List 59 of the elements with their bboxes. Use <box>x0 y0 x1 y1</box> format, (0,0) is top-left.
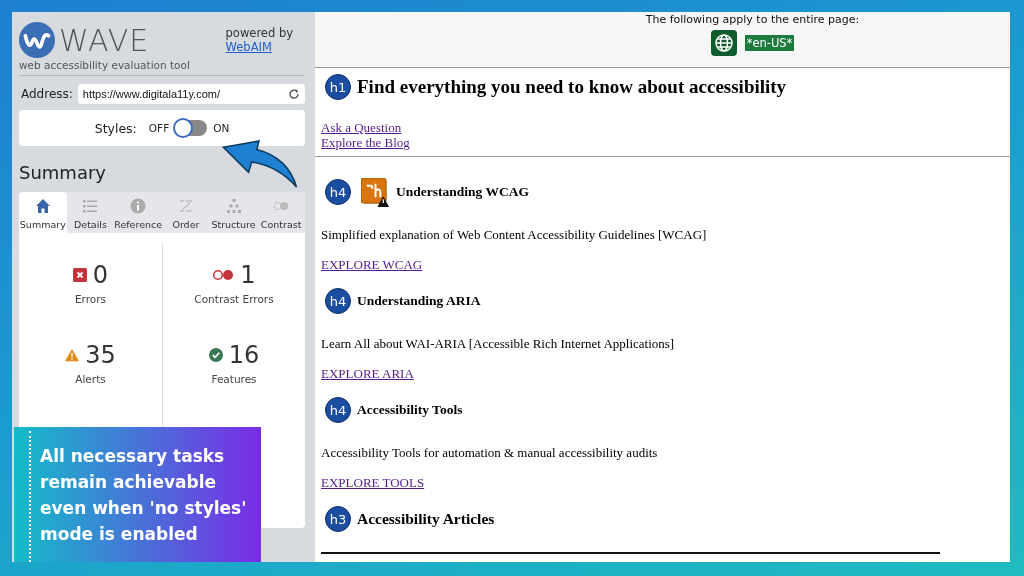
page-link[interactable]: EXPLORE WCAG <box>321 257 423 272</box>
off-label: OFF <box>148 122 170 134</box>
page-heading: Accessibility Tools <box>357 402 463 418</box>
page-link[interactable]: EXPLORE ARIA <box>321 366 414 381</box>
warning-icon <box>65 348 80 362</box>
logo-text: WAVE <box>59 22 150 58</box>
page-link[interactable]: Explore the Blog <box>321 135 410 150</box>
tab[interactable]: Summary <box>19 192 67 233</box>
count: 35 <box>85 341 116 369</box>
webaim-link[interactable]: WebAIM <box>225 40 293 54</box>
notice-text: The following apply to the entire page: <box>645 13 860 26</box>
reload-icon[interactable] <box>288 88 300 100</box>
globe-icon <box>710 30 737 56</box>
tagline: web accessibility evaluation tool <box>19 59 191 71</box>
heading-alert-icon <box>361 177 390 207</box>
structure-icon <box>225 198 242 214</box>
callout-text: All necessary tasks remain achievable even when 'no styles' mode is enabled <box>40 445 248 546</box>
styles-toggle[interactable] <box>175 120 208 136</box>
tab[interactable]: Order <box>162 192 210 233</box>
count: 1 <box>240 261 256 289</box>
page-paragraph: Simplified explanation of Web Content Accessibility Guidelines [WCAG] <box>321 227 708 243</box>
heading-badge: h1 <box>325 74 351 100</box>
stat-label: Errors <box>74 293 107 305</box>
count: 0 <box>92 261 109 289</box>
styles-label: Styles: <box>94 120 137 136</box>
stat-label: Alerts <box>75 373 106 385</box>
heading-badge: h4 <box>325 397 351 423</box>
home-icon <box>34 198 51 214</box>
tab[interactable]: Structure <box>209 192 258 233</box>
contrast-error-icon <box>212 269 235 281</box>
info-icon <box>130 198 147 214</box>
page-link[interactable]: EXPLORE TOOLS <box>321 475 425 490</box>
stat-label: Features <box>211 373 257 385</box>
error-icon <box>72 268 87 282</box>
page-heading: Accessibility Articles <box>357 510 495 528</box>
address-field[interactable]: https://www.digitala11y.com/ <box>77 84 305 104</box>
heading-badge: h4 <box>325 179 351 205</box>
tab[interactable]: Contrast <box>257 192 305 233</box>
list-icon <box>82 198 99 214</box>
page-paragraph: Accessibility Tools for automation & manual accessibility audits <box>321 445 659 461</box>
page-link[interactable]: Ask a Question <box>321 120 402 135</box>
heading-badge: h3 <box>325 506 351 532</box>
order-icon <box>177 198 194 214</box>
tab[interactable]: Details <box>66 192 115 233</box>
heading-badge: h4 <box>325 288 351 314</box>
check-icon <box>208 348 223 362</box>
powered-by-text: powered by <box>225 26 293 40</box>
page-heading: Find everything you need to know about accessibility <box>357 76 787 98</box>
tab[interactable]: Reference <box>114 192 163 233</box>
address-label: Address: <box>21 87 73 101</box>
count: 16 <box>228 341 260 369</box>
on-label: ON <box>213 122 230 134</box>
stat-label: Contrast Errors <box>194 293 274 305</box>
wave-logo-icon <box>19 22 55 58</box>
page-paragraph: Learn All about WAI-ARIA [Accessible Rich Internet Applications] <box>321 336 676 352</box>
page-heading: Understanding WCAG <box>396 184 529 200</box>
language-tag: *en-US* <box>744 35 795 51</box>
summary-heading: Summary <box>19 162 107 183</box>
page-heading: Understanding ARIA <box>357 293 481 309</box>
